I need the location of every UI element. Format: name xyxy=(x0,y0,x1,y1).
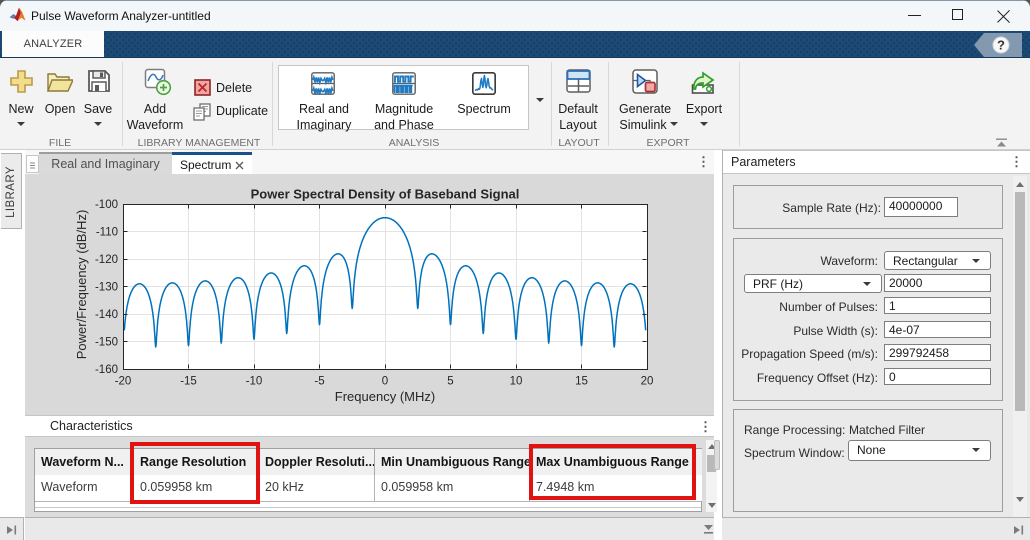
svg-text:-110: -110 xyxy=(96,227,118,239)
svg-text:-160: -160 xyxy=(95,364,118,376)
svg-text:-100: -100 xyxy=(95,199,118,211)
svg-text:10: 10 xyxy=(510,376,523,388)
svg-text:Power Spectral Density of Base: Power Spectral Density of Baseband Signa… xyxy=(251,187,520,202)
svg-text:-130: -130 xyxy=(95,282,118,294)
svg-text:0: 0 xyxy=(382,376,388,388)
svg-text:-120: -120 xyxy=(95,254,118,266)
svg-text:5: 5 xyxy=(447,376,453,388)
svg-text:-150: -150 xyxy=(95,337,118,349)
svg-text:-15: -15 xyxy=(180,376,197,388)
svg-text:-10: -10 xyxy=(246,376,263,388)
svg-text:Power/Frequency (dB/Hz): Power/Frequency (dB/Hz) xyxy=(74,210,89,360)
svg-text:Frequency (MHz): Frequency (MHz) xyxy=(335,389,435,404)
svg-text:-20: -20 xyxy=(115,376,132,388)
svg-text:-5: -5 xyxy=(314,376,324,388)
svg-text:?: ? xyxy=(997,38,1005,53)
svg-text:15: 15 xyxy=(575,376,588,388)
svg-text:-140: -140 xyxy=(95,309,118,321)
svg-text:20: 20 xyxy=(641,376,654,388)
